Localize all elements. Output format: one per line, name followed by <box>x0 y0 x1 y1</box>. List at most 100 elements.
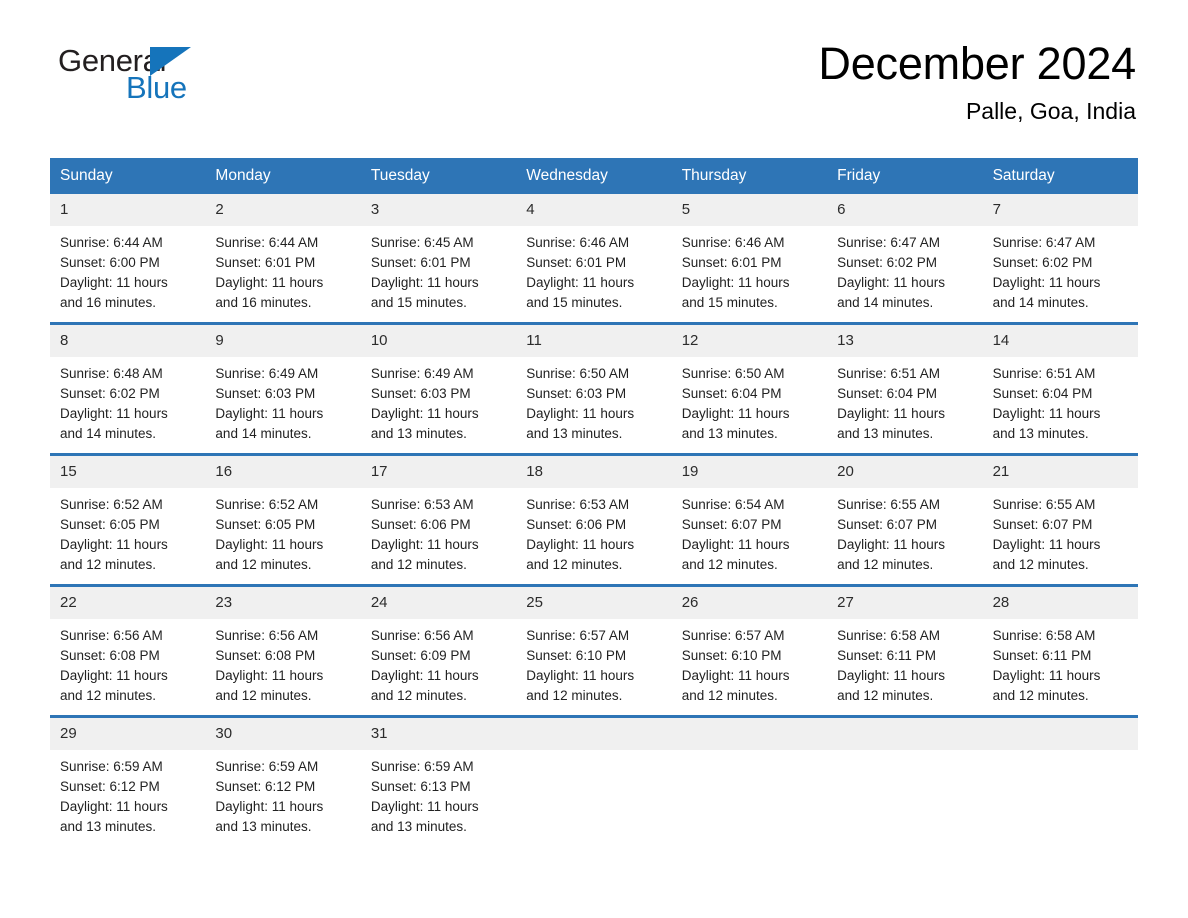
daylight-text-line2: and 13 minutes. <box>215 819 312 834</box>
daylight-text-line2: and 12 minutes. <box>837 557 934 572</box>
day-details: Sunrise: 6:56 AM Sunset: 6:08 PM Dayligh… <box>205 619 360 706</box>
day-cell-empty <box>671 718 828 838</box>
daylight-text-line1: Daylight: 11 hours <box>215 406 324 421</box>
daylight-text-line1: Daylight: 11 hours <box>370 537 479 552</box>
sunset-text: Sunset: 6:08 PM <box>60 648 160 663</box>
daylight-text-line2: and 12 minutes. <box>526 688 623 703</box>
daylight-text-line2: and 12 minutes. <box>370 557 467 572</box>
day-cell[interactable]: 1 Sunrise: 6:44 AM Sunset: 6:00 PM Dayli… <box>50 194 206 314</box>
day-cell[interactable]: 13 Sunrise: 6:51 AM Sunset: 6:04 PM Dayl… <box>827 325 983 445</box>
daylight-text-line2: and 13 minutes. <box>992 426 1089 441</box>
page-header: General Blue December 2024 Palle, Goa, I… <box>50 0 1138 124</box>
sunrise-text: Sunrise: 6:59 AM <box>60 759 163 774</box>
daylight-text-line1: Daylight: 11 hours <box>370 406 479 421</box>
day-cell[interactable]: 19 Sunrise: 6:54 AM Sunset: 6:07 PM Dayl… <box>671 456 828 576</box>
day-details: Sunrise: 6:59 AM Sunset: 6:12 PM Dayligh… <box>205 750 360 837</box>
day-cell[interactable]: 5 Sunrise: 6:46 AM Sunset: 6:01 PM Dayli… <box>671 194 828 314</box>
sunrise-text: Sunrise: 6:59 AM <box>370 759 474 774</box>
day-number: 26 <box>671 587 828 619</box>
sunrise-text: Sunrise: 6:55 AM <box>992 497 1096 512</box>
weekday-monday: Monday <box>215 167 271 184</box>
day-cell[interactable]: 17 Sunrise: 6:53 AM Sunset: 6:06 PM Dayl… <box>360 456 517 576</box>
day-cell[interactable]: 27 Sunrise: 6:58 AM Sunset: 6:11 PM Dayl… <box>827 587 983 707</box>
day-cell[interactable]: 25 Sunrise: 6:57 AM Sunset: 6:10 PM Dayl… <box>516 587 672 707</box>
weekday-tuesday: Tuesday <box>370 167 430 184</box>
sunset-text: Sunset: 6:08 PM <box>215 648 316 663</box>
day-details: Sunrise: 6:58 AM Sunset: 6:11 PM Dayligh… <box>983 619 1138 706</box>
day-number: 4 <box>516 194 672 226</box>
day-number: 2 <box>205 194 361 226</box>
day-cell[interactable]: 21 Sunrise: 6:55 AM Sunset: 6:07 PM Dayl… <box>982 456 1138 576</box>
day-cell[interactable]: 11 Sunrise: 6:50 AM Sunset: 6:03 PM Dayl… <box>516 325 672 445</box>
daylight-text-line1: Daylight: 11 hours <box>992 537 1101 552</box>
day-cell[interactable]: 29 Sunrise: 6:59 AM Sunset: 6:12 PM Dayl… <box>50 718 206 838</box>
day-cell[interactable]: 24 Sunrise: 6:56 AM Sunset: 6:09 PM Dayl… <box>360 587 517 707</box>
daylight-text-line1: Daylight: 11 hours <box>215 799 324 814</box>
day-cell[interactable]: 8 Sunrise: 6:48 AM Sunset: 6:02 PM Dayli… <box>50 325 206 445</box>
weekday-wednesday: Wednesday <box>526 167 608 184</box>
daylight-text-line2: and 12 minutes. <box>215 557 312 572</box>
daylight-text-line2: and 15 minutes. <box>370 295 467 310</box>
day-number: 11 <box>516 325 672 357</box>
day-number: 30 <box>205 718 361 750</box>
daylight-text-line1: Daylight: 11 hours <box>837 668 945 683</box>
day-cell[interactable]: 28 Sunrise: 6:58 AM Sunset: 6:11 PM Dayl… <box>982 587 1138 707</box>
day-cell[interactable]: 9 Sunrise: 6:49 AM Sunset: 6:03 PM Dayli… <box>205 325 361 445</box>
brand-name-blue: Blue <box>126 70 187 105</box>
sunset-text: Sunset: 6:01 PM <box>370 255 471 270</box>
day-cell[interactable]: 2 Sunrise: 6:44 AM Sunset: 6:01 PM Dayli… <box>205 194 361 314</box>
sunset-text: Sunset: 6:03 PM <box>526 386 627 401</box>
sunset-text: Sunset: 6:05 PM <box>60 517 160 532</box>
day-cell[interactable]: 20 Sunrise: 6:55 AM Sunset: 6:07 PM Dayl… <box>827 456 983 576</box>
sunrise-text: Sunrise: 6:53 AM <box>526 497 630 512</box>
day-number: 24 <box>360 587 517 619</box>
weekday-friday: Friday <box>837 167 881 184</box>
day-details: Sunrise: 6:50 AM Sunset: 6:03 PM Dayligh… <box>516 357 671 444</box>
sunrise-text: Sunrise: 6:46 AM <box>526 235 630 250</box>
daylight-text-line2: and 12 minutes. <box>215 688 312 703</box>
week-row: 22 Sunrise: 6:56 AM Sunset: 6:08 PM Dayl… <box>50 584 1138 707</box>
daylight-text-line1: Daylight: 11 hours <box>215 668 324 683</box>
sunset-text: Sunset: 6:11 PM <box>992 648 1092 663</box>
day-cell[interactable]: 15 Sunrise: 6:52 AM Sunset: 6:05 PM Dayl… <box>50 456 206 576</box>
day-cell[interactable]: 10 Sunrise: 6:49 AM Sunset: 6:03 PM Dayl… <box>360 325 517 445</box>
sunrise-text: Sunrise: 6:52 AM <box>215 497 319 512</box>
daylight-text-line1: Daylight: 11 hours <box>992 668 1101 683</box>
day-cell[interactable]: 6 Sunrise: 6:47 AM Sunset: 6:02 PM Dayli… <box>827 194 983 314</box>
day-details: Sunrise: 6:51 AM Sunset: 6:04 PM Dayligh… <box>827 357 982 444</box>
sunset-text: Sunset: 6:06 PM <box>526 517 627 532</box>
day-cell[interactable]: 16 Sunrise: 6:52 AM Sunset: 6:05 PM Dayl… <box>205 456 361 576</box>
day-number: 20 <box>827 456 983 488</box>
day-cell[interactable]: 7 Sunrise: 6:47 AM Sunset: 6:02 PM Dayli… <box>982 194 1138 314</box>
day-cell[interactable]: 4 Sunrise: 6:46 AM Sunset: 6:01 PM Dayli… <box>516 194 672 314</box>
daylight-text-line1: Daylight: 11 hours <box>60 668 168 683</box>
location-subtitle: Palle, Goa, India <box>965 98 1136 124</box>
day-cell[interactable]: 23 Sunrise: 6:56 AM Sunset: 6:08 PM Dayl… <box>205 587 361 707</box>
day-cell[interactable]: 18 Sunrise: 6:53 AM Sunset: 6:06 PM Dayl… <box>516 456 672 576</box>
day-cell[interactable]: 31 Sunrise: 6:59 AM Sunset: 6:13 PM Dayl… <box>360 718 517 838</box>
daylight-text-line2: and 12 minutes. <box>60 557 157 572</box>
daylight-text-line2: and 12 minutes. <box>681 688 778 703</box>
title-block: December 2024 Palle, Goa, India <box>818 38 1138 126</box>
daylight-text-line1: Daylight: 11 hours <box>681 275 790 290</box>
day-cell[interactable]: 30 Sunrise: 6:59 AM Sunset: 6:12 PM Dayl… <box>205 718 361 838</box>
day-cell[interactable]: 3 Sunrise: 6:45 AM Sunset: 6:01 PM Dayli… <box>360 194 517 314</box>
daylight-text-line1: Daylight: 11 hours <box>60 406 168 421</box>
day-cell[interactable]: 26 Sunrise: 6:57 AM Sunset: 6:10 PM Dayl… <box>671 587 828 707</box>
sunrise-text: Sunrise: 6:45 AM <box>370 235 474 250</box>
generalblue-logo[interactable]: General Blue <box>50 38 250 110</box>
day-cell[interactable]: 14 Sunrise: 6:51 AM Sunset: 6:04 PM Dayl… <box>982 325 1138 445</box>
day-details: Sunrise: 6:55 AM Sunset: 6:07 PM Dayligh… <box>827 488 982 575</box>
daylight-text-line2: and 15 minutes. <box>526 295 623 310</box>
day-cell[interactable]: 22 Sunrise: 6:56 AM Sunset: 6:08 PM Dayl… <box>50 587 206 707</box>
day-cell[interactable]: 12 Sunrise: 6:50 AM Sunset: 6:04 PM Dayl… <box>671 325 828 445</box>
daylight-text-line1: Daylight: 11 hours <box>60 799 168 814</box>
sunrise-text: Sunrise: 6:58 AM <box>837 628 940 643</box>
sunrise-text: Sunrise: 6:47 AM <box>992 235 1096 250</box>
daylight-text-line1: Daylight: 11 hours <box>992 275 1101 290</box>
daylight-text-line1: Daylight: 11 hours <box>60 537 168 552</box>
sunrise-text: Sunrise: 6:57 AM <box>526 628 630 643</box>
week-row: 1 Sunrise: 6:44 AM Sunset: 6:00 PM Dayli… <box>50 194 1138 314</box>
week-row: 15 Sunrise: 6:52 AM Sunset: 6:05 PM Dayl… <box>50 453 1138 576</box>
daylight-text-line1: Daylight: 11 hours <box>370 799 479 814</box>
